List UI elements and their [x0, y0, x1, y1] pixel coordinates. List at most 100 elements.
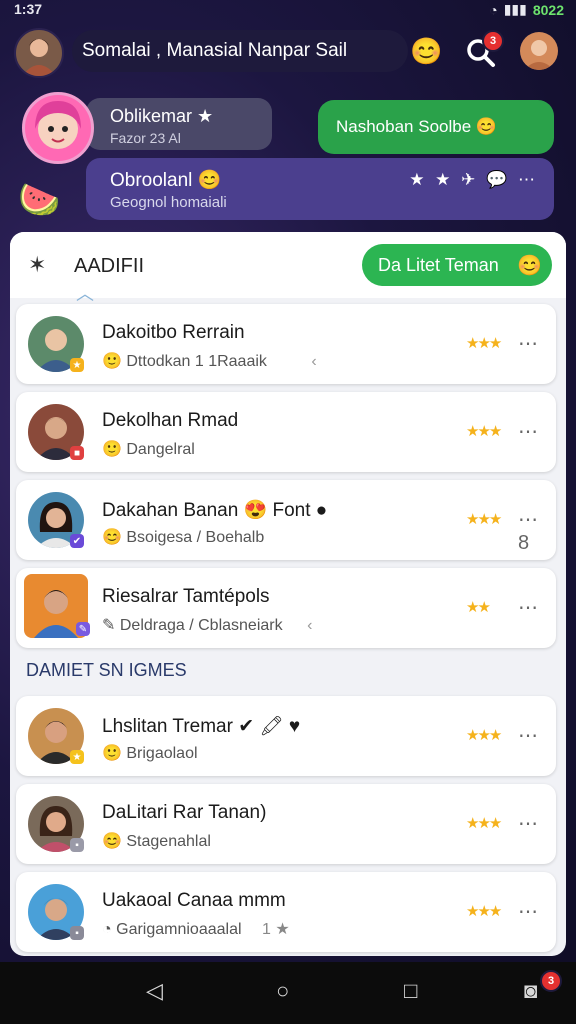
chat-preview-name: Obroolanl 😊	[110, 170, 222, 191]
avatar-face-icon	[22, 39, 56, 76]
user-chip[interactable]: Oblikemar ★ Fazor 23 Al	[86, 98, 272, 150]
star-icon: ★	[70, 358, 84, 372]
rating-stars: ★★★	[466, 815, 502, 832]
search-button[interactable]: 3	[462, 30, 504, 70]
friend-card[interactable]: ✔ Dakahan Banan 😍 Font ● 😊 Bsoigesa / Bo…	[16, 480, 556, 560]
rating-stars: ★★★	[466, 423, 502, 440]
status-icon: 😊	[102, 833, 122, 850]
friend-status: ◔ Garigamnioaaalal 1 ★	[102, 919, 290, 939]
user-chip-sub: Fazor 23 Al	[110, 130, 181, 146]
status-icon: 🙂	[102, 353, 122, 370]
camera-icon[interactable]: ◙	[524, 978, 537, 1004]
friend-status: 🙂 Dangelral	[102, 439, 195, 459]
friend-status: 😊 Stagenahlal	[102, 831, 211, 851]
rating-stars: ★★★	[466, 335, 502, 352]
friend-name: DaLitari Rar Tanan)	[102, 802, 267, 823]
badge-icon: ■	[70, 446, 84, 460]
more-icon[interactable]: ⋯	[518, 595, 539, 620]
verified-icon: ✔	[70, 534, 84, 548]
more-icon[interactable]: ⋯	[518, 811, 539, 836]
notification-badge: 3	[482, 30, 504, 52]
user-face-icon	[524, 40, 554, 70]
friend-name: Lhslitan Tremar ✔ 🖍 ♥	[102, 716, 301, 737]
battery-icon: 8022	[532, 1, 564, 18]
panel-title: AADIFII	[74, 255, 145, 277]
back-nav-icon[interactable]: ◁	[146, 978, 163, 1004]
status-icon: 🙂	[102, 745, 122, 762]
friend-status: 🙂 Dttodkan 1 1Raaaik ‹	[102, 351, 317, 371]
friend-card[interactable]: ★ Dakoitbo Rerrain 🙂 Dttodkan 1 1Raaaik …	[16, 304, 556, 384]
group-avatar[interactable]	[22, 92, 94, 164]
camera-badge-icon: ▪	[70, 926, 84, 940]
green-message-bubble[interactable]: Nashoban Soolbe 😊	[318, 100, 554, 154]
rank-text: 1 ★	[261, 921, 290, 938]
friend-status-text: Dangelral	[126, 441, 195, 458]
rating-stars: ★★★	[466, 511, 502, 528]
add-friend-button[interactable]: Da Litet Teman 😊	[362, 244, 552, 286]
edit-badge-icon: ✎	[76, 622, 90, 636]
user-avatar[interactable]	[520, 32, 558, 70]
more-icon[interactable]: ⋯	[518, 419, 539, 444]
status-icon: 😊	[102, 529, 122, 546]
section-header: DAMIET SN IGMES	[26, 660, 187, 680]
more-icon[interactable]: ⋯	[518, 899, 539, 924]
friend-name: Dakahan Banan 😍 Font ●	[102, 500, 328, 521]
sticker-icon: 🍉	[18, 181, 61, 219]
friend-status-text: Bsoigesa / Boehalb	[126, 529, 265, 546]
more-icon[interactable]: ⋯ 8	[518, 507, 556, 555]
status-time: 1:37	[14, 1, 43, 17]
group-chat-preview: Oblikemar ★ Fazor 23 Al Nashoban Soolbe …	[0, 88, 576, 228]
back-icon[interactable]: ✶	[28, 252, 46, 278]
friend-status-text: Dttodkan 1 1Raaaik	[126, 353, 267, 370]
star-badge-icon: ★	[70, 750, 84, 764]
friend-status-text: Stagenahlal	[126, 833, 211, 850]
chevron-up-icon: ︿	[76, 284, 94, 304]
rating-stars: ★★	[466, 599, 491, 616]
system-nav-bar: ◁ ○ □ ◙ 3	[0, 962, 576, 1024]
chat-tools-icons[interactable]: ★ ★ ✈ 💬 ⋯	[409, 170, 538, 190]
friend-status: ✎ Deldraga / Cblasneiark ‹	[102, 615, 312, 635]
status-icon: ◔	[102, 921, 112, 938]
girl-avatar-icon	[35, 101, 81, 149]
chevron-left-icon: ‹	[311, 353, 317, 370]
nav-badge: 3	[540, 970, 562, 992]
friend-card[interactable]: ★ Lhslitan Tremar ✔ 🖍 ♥ 🙂 Brigaolaol ★★★…	[16, 696, 556, 776]
friend-status: 😊 Bsoigesa / Boehalb	[102, 527, 264, 547]
app-title-bar[interactable]: Somalai , Manasial Nanpar Sail	[72, 30, 408, 72]
friend-name: Riesalrar Tamtépols	[102, 586, 270, 607]
top-bar: Somalai , Manasial Nanpar Sail 😊 3	[0, 24, 576, 80]
camera-badge-icon: ▪	[70, 838, 84, 852]
friends-panel: ✶ AADIFII ︿ Da Litet Teman 😊 ★ Dakoitbo …	[10, 232, 566, 956]
add-friend-label: Da Litet Teman	[378, 254, 499, 275]
panel-header: ✶ AADIFII ︿ Da Litet Teman 😊	[10, 232, 566, 304]
chat-preview-bubble[interactable]: Obroolanl 😊 Geognol homaiali ★ ★ ✈ 💬 ⋯	[86, 158, 554, 220]
rating-stars: ★★★	[466, 727, 502, 744]
status-icon: ✎	[102, 617, 116, 634]
chevron-left-icon: ‹	[307, 617, 313, 634]
chat-preview-sub: Geognol homaiali	[110, 194, 227, 211]
rating-stars: ★★★	[466, 903, 502, 920]
profile-avatar[interactable]	[14, 28, 64, 78]
status-bar: 1:37 ◔ ▮▮▮ 8022	[0, 0, 576, 22]
friend-card[interactable]: ▪ Uakaoal Canaa mmm ◔ Garigamnioaaalal 1…	[16, 872, 556, 952]
recent-apps-icon[interactable]: □	[404, 978, 417, 1004]
friend-name: Uakaoal Canaa mmm	[102, 890, 286, 911]
friend-card[interactable]: ✎ Riesalrar Tamtépols ✎ Deldraga / Cblas…	[16, 568, 556, 648]
status-icon: 🙂	[102, 441, 122, 458]
home-icon[interactable]: ○	[276, 978, 289, 1004]
friend-status-text: Brigaolaol	[126, 745, 198, 762]
signal-icon: ▮▮▮	[503, 1, 527, 17]
friend-name: Dekolhan Rmad	[102, 410, 239, 431]
friend-card[interactable]: ■ Dekolhan Rmad 🙂 Dangelral ★★★ ⋯	[16, 392, 556, 472]
friend-status-text: Garigamnioaaalal	[116, 921, 242, 938]
friend-status-text: Deldraga / Cblasneiark	[119, 617, 283, 634]
status-icons: ◔ ▮▮▮ 8022	[489, 1, 564, 18]
user-chip-name: Oblikemar ★	[110, 106, 214, 126]
friend-name: Dakoitbo Rerrain	[102, 322, 245, 343]
smiley-icon: 😊	[517, 255, 542, 277]
more-icon[interactable]: ⋯	[518, 331, 539, 356]
more-icon[interactable]: ⋯	[518, 723, 539, 748]
smiley-icon[interactable]: 😊	[410, 36, 442, 67]
wifi-icon: ◔	[489, 1, 498, 18]
friend-card[interactable]: ▪ DaLitari Rar Tanan) 😊 Stagenahlal ★★★ …	[16, 784, 556, 864]
